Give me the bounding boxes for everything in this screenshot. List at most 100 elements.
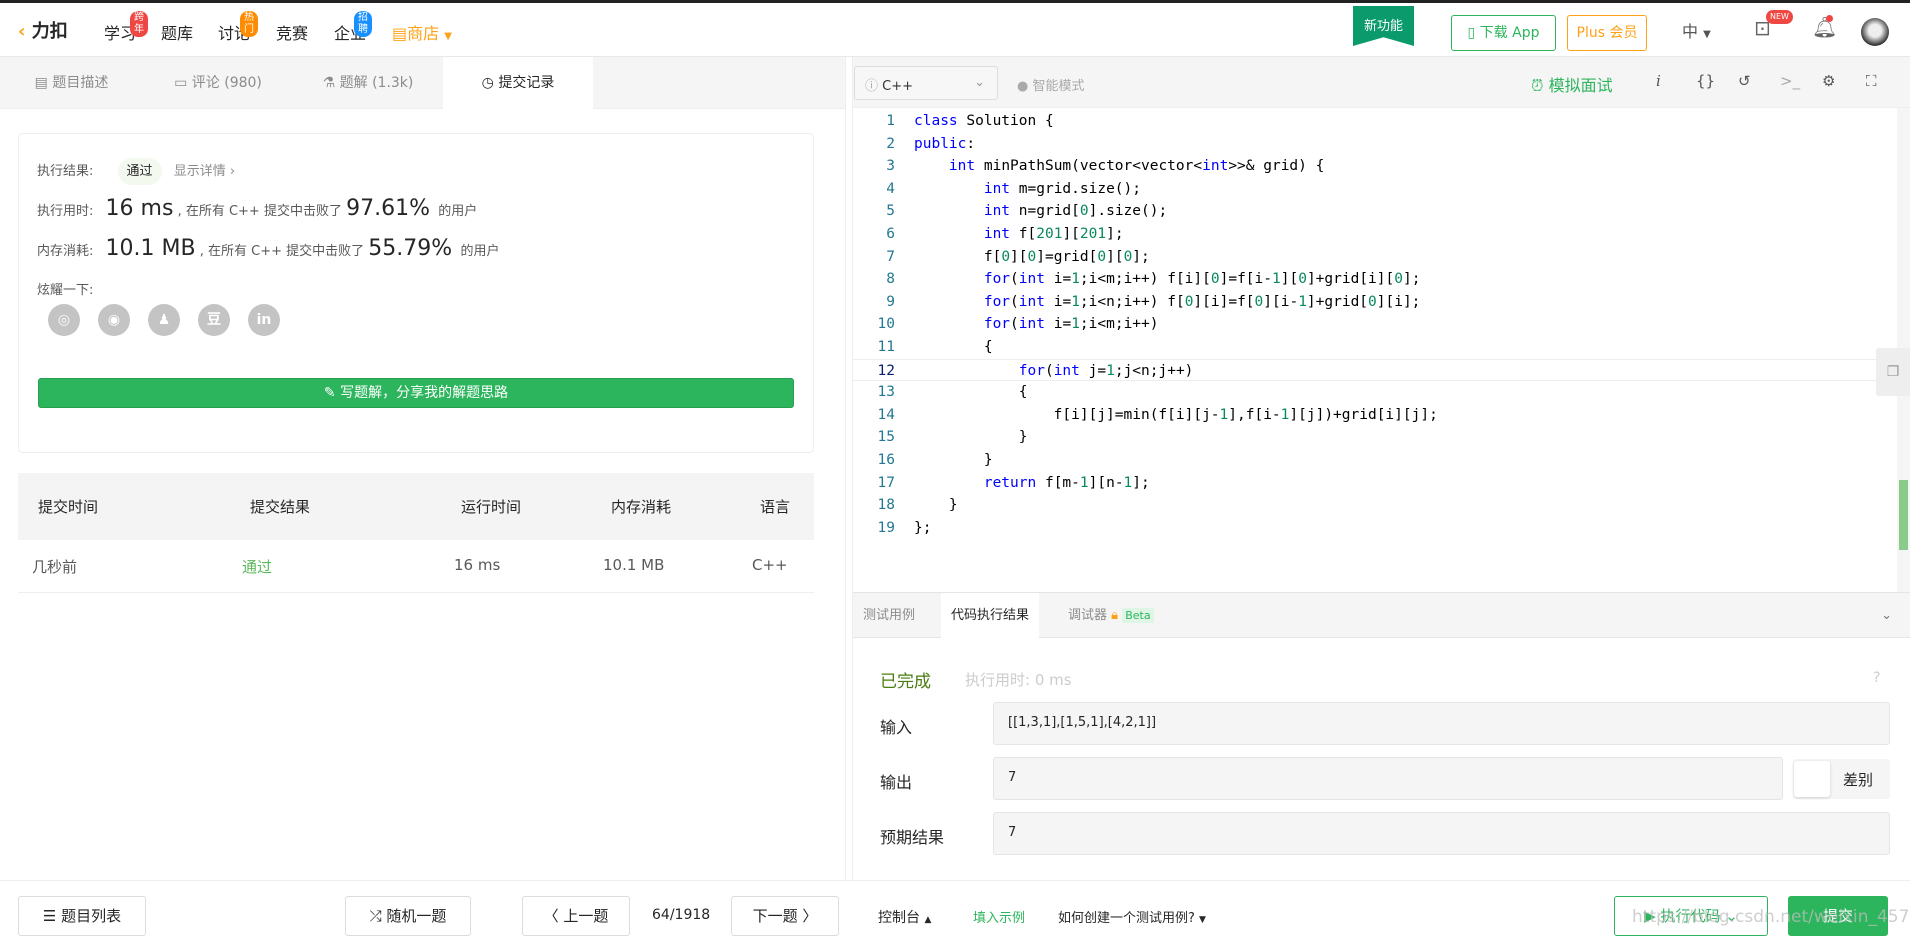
help-icon[interactable]: ? bbox=[1873, 670, 1880, 686]
tab-description[interactable]: ▤ 题目描述 bbox=[0, 57, 143, 109]
weibo-icon[interactable]: ◉ bbox=[98, 304, 130, 336]
beta-badge: Beta bbox=[1122, 608, 1154, 623]
line-number: 15 bbox=[877, 429, 895, 446]
console-toggle[interactable]: 控制台 ▲ bbox=[878, 907, 931, 927]
new-feature-ribbon[interactable]: 新功能 bbox=[1353, 6, 1414, 46]
terminal-icon[interactable]: >_ bbox=[1780, 72, 1800, 90]
code-line[interactable]: 10 for(int i=1;i<m;i++) bbox=[853, 313, 1893, 336]
reset-icon[interactable]: ↺ bbox=[1738, 72, 1751, 90]
code-text: return f[m-1][n-1]; bbox=[983, 474, 1150, 491]
code-line[interactable]: 11 { bbox=[853, 336, 1893, 359]
code-line[interactable]: 17 return f[m-1][n-1]; bbox=[853, 472, 1893, 495]
write-solution-button[interactable]: ✎ 写题解，分享我的解题思路 bbox=[38, 378, 794, 408]
code-editor[interactable]: 1 class Solution {2 public: 3 int minPathSu… bbox=[853, 108, 1893, 592]
share-label: 炫耀一下: bbox=[37, 283, 94, 298]
tab-label: 提交记录 bbox=[498, 75, 555, 91]
code-text: for(int i=1;i<m;i++) bbox=[983, 316, 1159, 333]
smart-mode-toggle[interactable]: ● 智能模式 bbox=[1017, 75, 1085, 94]
download-app-button[interactable]: ▯ 下载 App bbox=[1451, 15, 1556, 51]
prev-problem-button[interactable]: 〈 上一题 bbox=[522, 896, 630, 936]
code-line[interactable]: 13 { bbox=[853, 381, 1893, 404]
format-braces-icon[interactable]: {} bbox=[1696, 72, 1715, 90]
code-line[interactable]: 12 for(int j=1;j<n;j++) bbox=[853, 358, 1893, 382]
chevron-left-icon: 〈 bbox=[543, 907, 559, 925]
mock-interview-button[interactable]: ⏰︎ 模拟面试 bbox=[1531, 72, 1613, 96]
memory-suffix: 的用户 bbox=[460, 244, 500, 259]
nav-enterprise[interactable]: 企业 招聘 bbox=[334, 11, 372, 44]
problem-index: 64/1918 bbox=[652, 907, 711, 923]
fullscreen-icon[interactable]: ⛶ bbox=[1866, 72, 1877, 90]
code-line[interactable]: 19}; bbox=[853, 517, 1893, 540]
panel-resize-handle[interactable] bbox=[845, 57, 853, 880]
tab-debugger[interactable]: 调试器 🔒︎ Beta bbox=[1058, 593, 1164, 639]
cell-result[interactable]: 通过 bbox=[242, 556, 272, 577]
avatar[interactable] bbox=[1861, 18, 1889, 46]
problem-list-button[interactable]: ☰ 题目列表 bbox=[18, 896, 146, 936]
show-details-link[interactable]: 显示详情 › bbox=[174, 164, 235, 179]
code-line[interactable]: 15 } bbox=[853, 426, 1893, 449]
memory-label: 内存消耗: bbox=[37, 244, 94, 259]
language-select[interactable]: ⓘ C++ ⌄ bbox=[854, 66, 998, 100]
collapse-icon[interactable]: ⌄ bbox=[1871, 593, 1902, 639]
code-line[interactable]: 9 for(int i=1;i<n;i++) f[0][i]=f[0][i-1]… bbox=[853, 291, 1893, 314]
tab-testcase[interactable]: 测试用例 bbox=[853, 593, 925, 639]
caret-down-icon: ▼ bbox=[1703, 29, 1711, 40]
code-line[interactable]: 18 } bbox=[853, 494, 1893, 517]
howto-testcase-link[interactable]: 如何创建一个测试用例? ▼ bbox=[1058, 907, 1206, 926]
code-line[interactable]: 4 int m=grid.size(); bbox=[853, 178, 1893, 201]
code-text: } bbox=[914, 452, 993, 468]
code-text: for(int j=1;j<n;j++) bbox=[1018, 362, 1194, 379]
info-icon[interactable]: i bbox=[1656, 72, 1661, 90]
tab-solutions[interactable]: ⚗ 题解 (1.3k) bbox=[293, 57, 443, 109]
table-row[interactable]: 几秒前 通过 16 ms 10.1 MB C++ bbox=[18, 540, 814, 593]
diff-toggle[interactable]: 差别 bbox=[1793, 759, 1890, 799]
code-text: for(int i=1;i<n;i++) f[0][i]=f[0][i-1]+g… bbox=[983, 293, 1421, 310]
runtime-desc: , 在所有 C++ 提交中击败了 bbox=[177, 204, 342, 219]
nav-store[interactable]: ▤商店 ▼ bbox=[392, 20, 452, 44]
code-line[interactable]: 3 int minPathSum(vector<vector<int>>& gr… bbox=[853, 155, 1893, 178]
code-line[interactable]: 8 for(int i=1;i<m;i++) f[i][0]=f[i-1][0]… bbox=[853, 268, 1893, 291]
qq-icon[interactable]: ♟ bbox=[148, 304, 180, 336]
language-switch[interactable]: 中 ▼ bbox=[1682, 18, 1711, 42]
list-icon: ☰ bbox=[42, 907, 57, 925]
nav-learn[interactable]: 学习 跨年 bbox=[104, 11, 148, 44]
code-text: int n=grid[0].size(); bbox=[983, 203, 1168, 220]
nav-problems[interactable]: 题库 bbox=[161, 20, 193, 44]
info-icon: ⓘ bbox=[865, 79, 879, 94]
logo[interactable]: ‹ 力扣 bbox=[18, 17, 68, 43]
code-line[interactable]: 2 public: bbox=[853, 133, 1893, 156]
playground-icon[interactable]: ⊡ NEW bbox=[1754, 10, 1793, 40]
linkedin-icon[interactable]: in bbox=[248, 304, 280, 336]
button-label: 题目列表 bbox=[61, 907, 122, 925]
chevron-down-icon: ⌄ bbox=[974, 75, 985, 90]
code-line[interactable]: 5 int n=grid[0].size(); bbox=[853, 200, 1893, 223]
code-line[interactable]: 7 f[0][0]=grid[0][0]; bbox=[853, 246, 1893, 269]
notification-dot bbox=[1826, 15, 1833, 22]
next-problem-button[interactable]: 下一题 〉 bbox=[731, 896, 839, 936]
code-text: class Solution { bbox=[914, 113, 1054, 129]
code-line[interactable]: 14 f[i][j]=min(f[i][j-1],f[i-1][j])+grid… bbox=[853, 404, 1893, 427]
random-problem-button[interactable]: ⤮ 随机一题 bbox=[345, 896, 471, 936]
copy-icon[interactable]: ❐ bbox=[1876, 348, 1910, 396]
status-badge: 通过 bbox=[117, 158, 162, 185]
runtime-label: 执行用时: bbox=[37, 204, 94, 219]
nav-discuss[interactable]: 讨论 热门 bbox=[218, 11, 258, 44]
diff-label: 差别 bbox=[1843, 771, 1874, 789]
douban-icon[interactable]: 豆 bbox=[198, 304, 230, 336]
tab-submissions[interactable]: ◷ 提交记录 bbox=[443, 57, 593, 109]
code-line[interactable]: 6 int f[201][201]; bbox=[853, 223, 1893, 246]
fill-example-link[interactable]: 填入示例 bbox=[973, 907, 1025, 926]
code-line[interactable]: 1 class Solution { bbox=[853, 110, 1893, 133]
tab-run-result[interactable]: 代码执行结果 bbox=[941, 593, 1040, 639]
toggle-knob bbox=[1794, 761, 1830, 797]
wechat-icon[interactable]: ◎ bbox=[48, 304, 80, 336]
code-text: int m=grid.size(); bbox=[983, 180, 1141, 197]
code-line[interactable]: 16 } bbox=[853, 449, 1893, 472]
nav-contest[interactable]: 竞赛 bbox=[276, 20, 308, 44]
table-header: 提交时间 提交结果 运行时间 内存消耗 语言 bbox=[18, 473, 814, 540]
bell-icon[interactable]: 🔔︎ bbox=[1812, 15, 1837, 39]
smart-mode-label: 智能模式 bbox=[1032, 79, 1085, 94]
plus-member-button[interactable]: Plus 会员 bbox=[1567, 15, 1647, 51]
tab-comments[interactable]: ▭ 评论 (980) bbox=[143, 57, 293, 109]
settings-icon[interactable]: ⚙ bbox=[1822, 72, 1835, 90]
